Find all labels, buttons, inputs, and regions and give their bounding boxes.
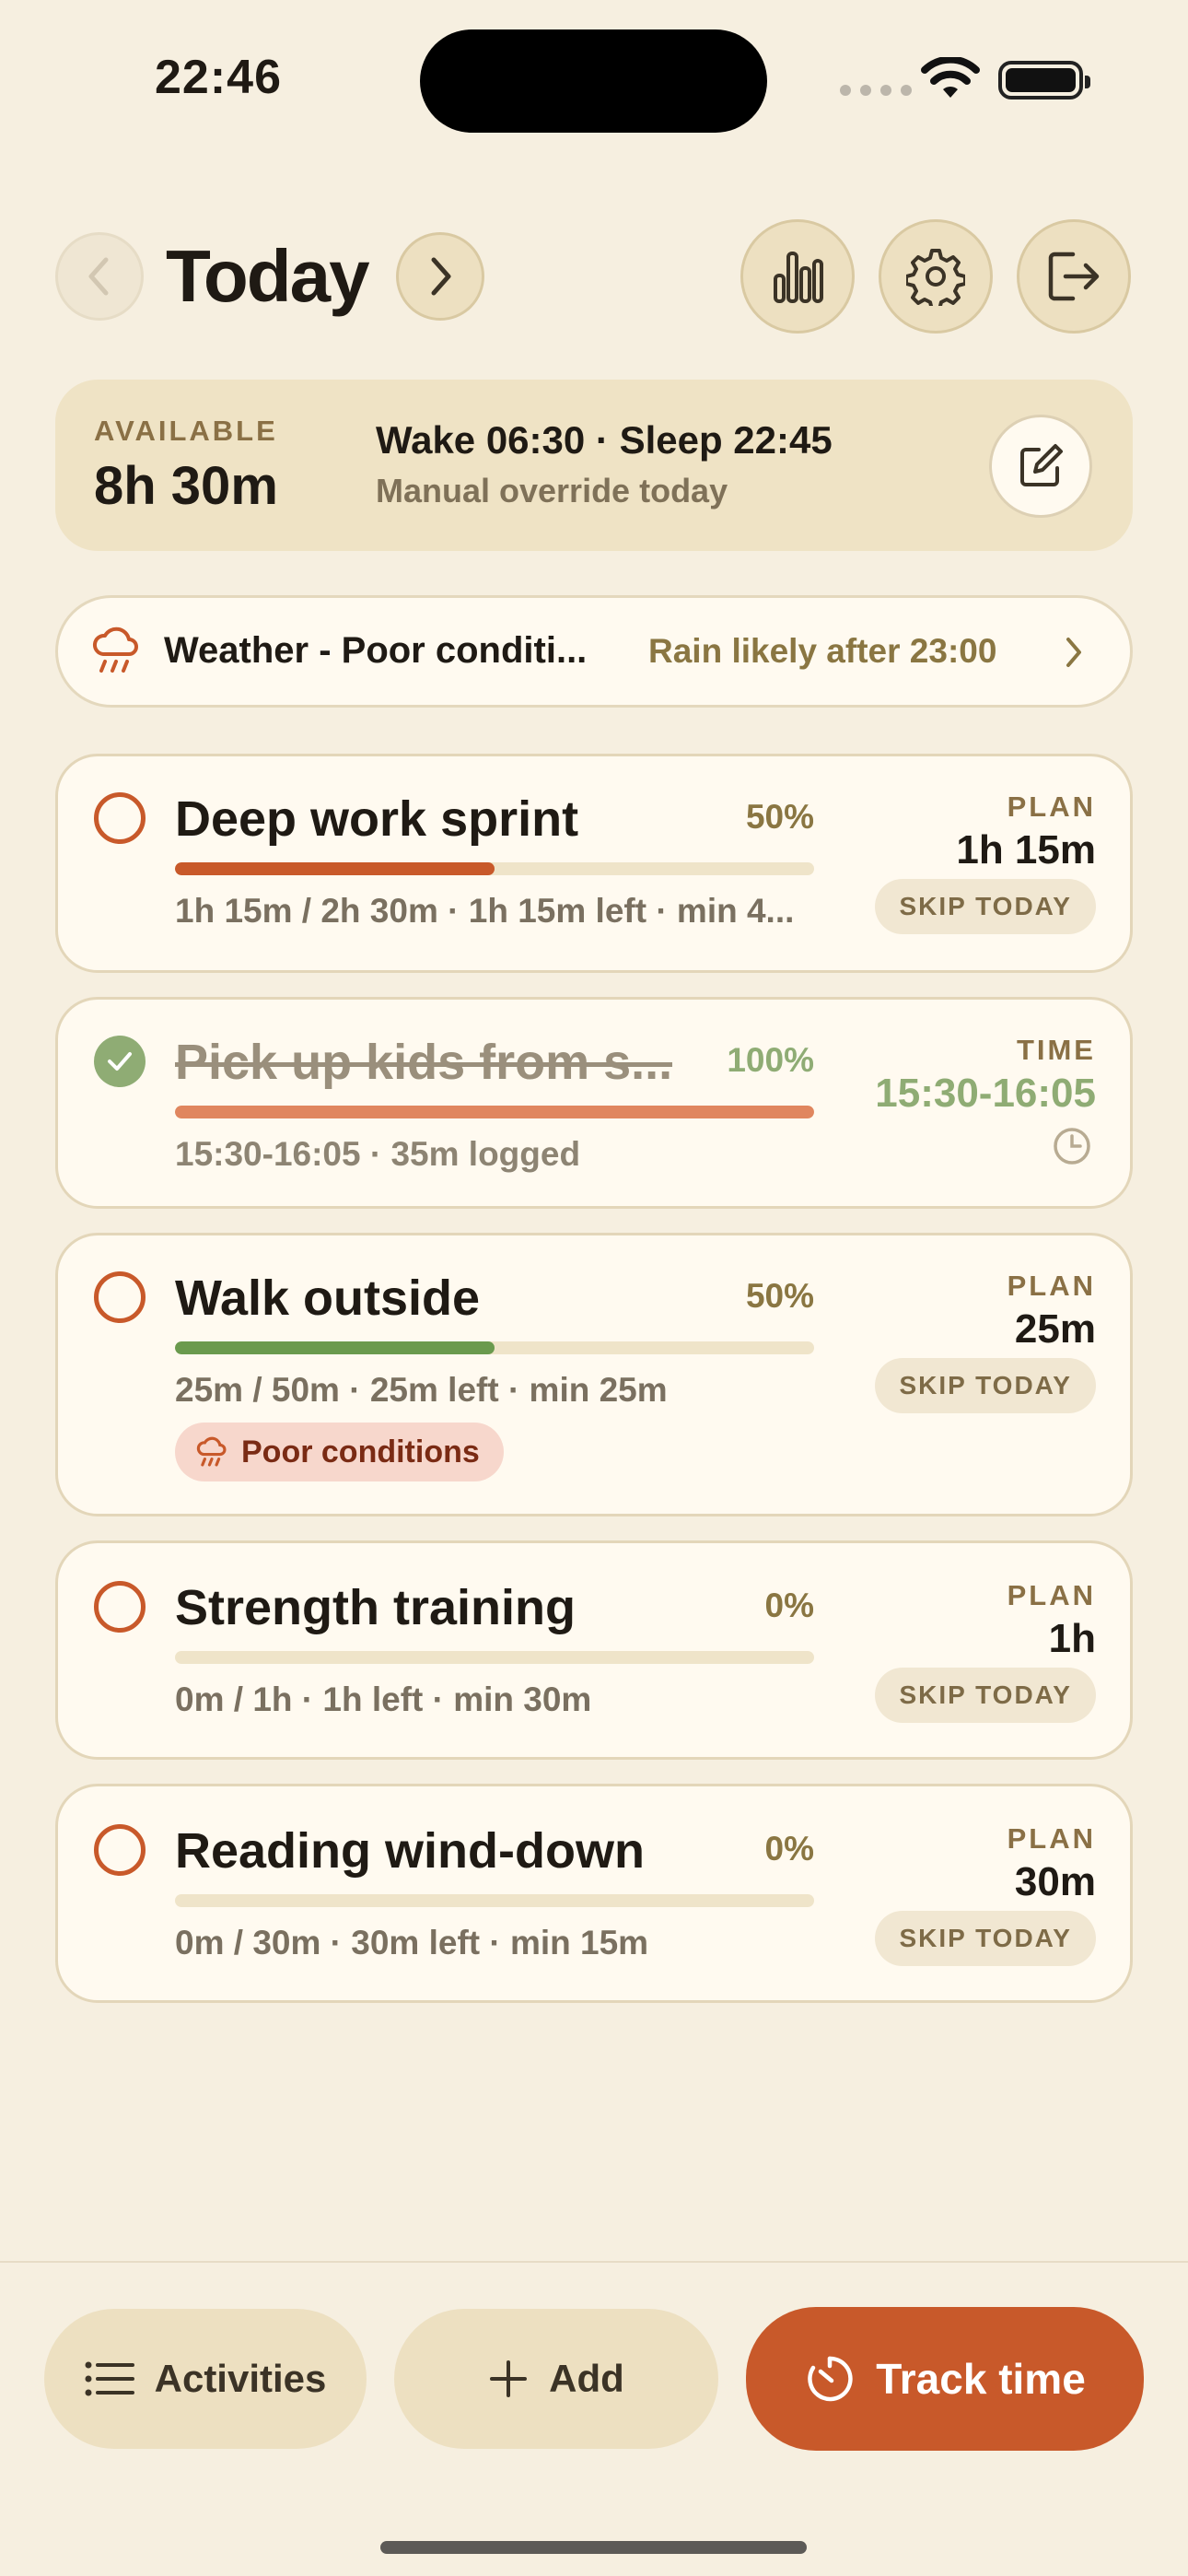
- skip-today-button[interactable]: SKIP TODAY: [875, 879, 1096, 934]
- badge-label: Poor conditions: [241, 1434, 480, 1469]
- activity-subtitle: 15:30-16:05 · 35m logged: [175, 1135, 581, 1173]
- add-label: Add: [549, 2357, 624, 2400]
- activity-card[interactable]: [55, 1784, 1133, 2003]
- activities-label: Activities: [154, 2357, 327, 2400]
- add-button[interactable]: Add: [394, 2309, 718, 2449]
- activity-subtitle: 1h 15m / 2h 30m · 1h 15m left · min 4...: [175, 892, 795, 930]
- activity-progress-bar: [175, 1341, 814, 1354]
- timer-icon: [808, 2356, 853, 2402]
- plan-label: PLAN: [1007, 790, 1096, 823]
- activity-percent: 100%: [727, 1041, 814, 1079]
- plus-icon: [490, 2360, 528, 2397]
- activity-progress-bar: [175, 1106, 814, 1118]
- activity-title: Strength training: [175, 1580, 576, 1635]
- edit-schedule-button[interactable]: [989, 415, 1092, 518]
- activity-checkbox[interactable]: [94, 1581, 146, 1633]
- battery-icon: [998, 61, 1090, 100]
- settings-button[interactable]: [879, 219, 993, 334]
- edit-icon: [1020, 444, 1063, 486]
- plan-value: 1h: [1048, 1616, 1096, 1661]
- activity-checkbox[interactable]: [94, 1824, 146, 1876]
- override-note: Manual override today: [376, 472, 728, 509]
- plan-value: 1h 15m: [956, 827, 1096, 872]
- chevron-left-icon: [88, 257, 109, 296]
- rain-cloud-icon: [196, 1436, 227, 1467]
- available-value: 8h 30m: [94, 456, 278, 516]
- activity-title: Walk outside: [175, 1270, 481, 1326]
- gear-icon: [906, 249, 965, 306]
- activity-percent: 0%: [764, 1830, 814, 1868]
- activity-percent: 50%: [745, 798, 814, 836]
- weather-warning-badge: Poor conditions: [175, 1423, 504, 1481]
- time-value: 15:30-16:05: [875, 1071, 1096, 1116]
- plan-label: PLAN: [1007, 1822, 1096, 1855]
- progress-fill: [175, 1106, 814, 1118]
- activity-progress-bar: [175, 1894, 814, 1907]
- activity-checkbox[interactable]: [94, 792, 146, 844]
- activity-percent: 0%: [764, 1587, 814, 1624]
- chevron-right-icon: [1066, 638, 1081, 667]
- activity-card[interactable]: [55, 1540, 1133, 1760]
- skip-today-button[interactable]: SKIP TODAY: [875, 1911, 1096, 1966]
- activity-progress-bar: [175, 1651, 814, 1664]
- rain-cloud-icon: [93, 626, 138, 673]
- bar-chart-icon: [774, 252, 823, 303]
- activities-button[interactable]: Activities: [44, 2309, 367, 2449]
- plan-label: PLAN: [1007, 1579, 1096, 1611]
- activity-subtitle: 25m / 50m · 25m left · min 25m: [175, 1371, 668, 1409]
- next-day-button[interactable]: [396, 232, 484, 321]
- status-time: 22:46: [155, 51, 282, 104]
- home-indicator: [380, 2541, 807, 2554]
- cellular-signal-icon: [840, 85, 912, 96]
- track-time-label: Track time: [876, 2355, 1086, 2403]
- clock-icon[interactable]: [1052, 1126, 1092, 1166]
- wake-sleep-schedule: Wake 06:30 · Sleep 22:45: [376, 418, 833, 462]
- list-icon: [85, 2361, 134, 2396]
- activity-progress-bar: [175, 862, 814, 875]
- activity-subtitle: 0m / 30m · 30m left · min 15m: [175, 1924, 649, 1961]
- progress-fill: [175, 862, 495, 875]
- skip-today-button[interactable]: SKIP TODAY: [875, 1668, 1096, 1723]
- plan-label: PLAN: [1007, 1270, 1096, 1302]
- skip-today-button[interactable]: SKIP TODAY: [875, 1358, 1096, 1413]
- available-label: AVAILABLE: [94, 415, 278, 447]
- activity-title: Pick up kids from s...: [175, 1035, 673, 1090]
- activity-checkbox-checked[interactable]: [94, 1036, 146, 1087]
- logout-icon: [1048, 252, 1100, 301]
- page-title: Today: [166, 235, 370, 317]
- stats-button[interactable]: [740, 219, 855, 334]
- wifi-icon: [921, 57, 980, 98]
- plan-value: 25m: [1014, 1306, 1096, 1352]
- previous-day-button[interactable]: [55, 232, 144, 321]
- bottom-divider: [0, 2261, 1188, 2263]
- activity-title: Deep work sprint: [175, 791, 579, 847]
- chevron-right-icon: [431, 257, 451, 296]
- weather-note: Rain likely after 23:00: [648, 632, 997, 670]
- check-icon: [108, 1052, 132, 1071]
- weather-title: Weather - Poor conditi...: [164, 630, 588, 671]
- activity-title: Reading wind-down: [175, 1823, 645, 1879]
- time-label: TIME: [1016, 1034, 1096, 1066]
- logout-button[interactable]: [1017, 219, 1131, 334]
- activity-percent: 50%: [745, 1277, 814, 1315]
- track-time-button[interactable]: Track time: [746, 2307, 1144, 2451]
- dynamic-island: [420, 29, 767, 133]
- progress-fill: [175, 1341, 495, 1354]
- plan-value: 30m: [1014, 1859, 1096, 1904]
- activity-checkbox[interactable]: [94, 1271, 146, 1323]
- activity-subtitle: 0m / 1h · 1h left · min 30m: [175, 1680, 592, 1718]
